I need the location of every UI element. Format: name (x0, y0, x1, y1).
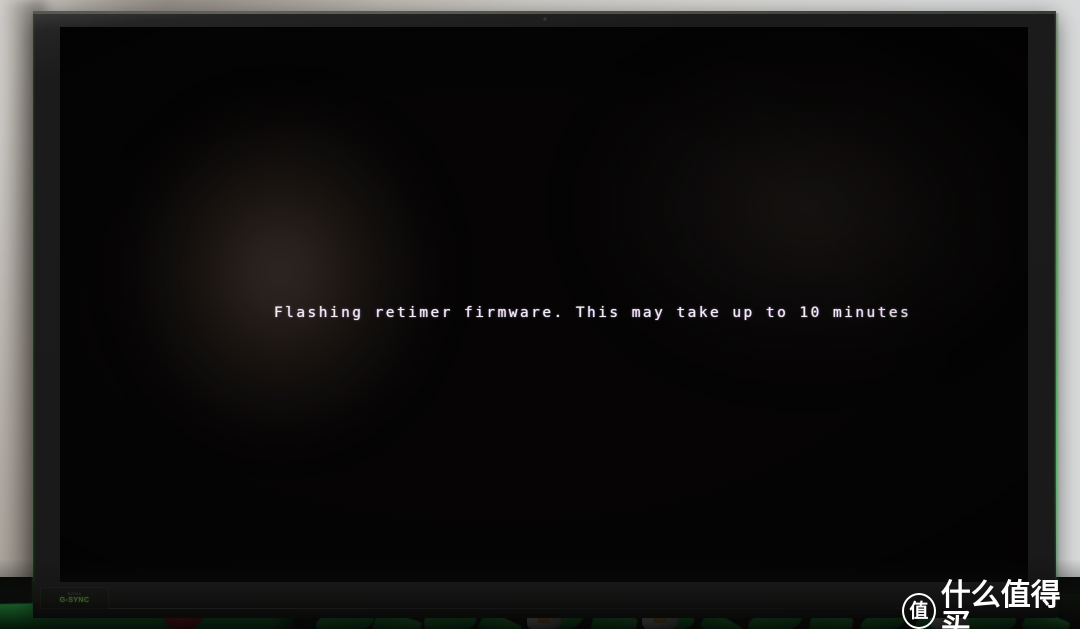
firmware-flash-message: Flashing retimer firmware. This may take… (274, 305, 912, 321)
monitor: Flashing retimer firmware. This may take… (32, 11, 1058, 618)
bezel-left-reflection (32, 14, 34, 609)
bezel-sensor-dot (542, 17, 547, 21)
bezel-right-reflection (1055, 13, 1058, 614)
backlight-glow-left (130, 107, 430, 437)
bezel-top-highlight (33, 11, 1056, 14)
bottom-shadow-overlay (0, 559, 1080, 629)
display-screen[interactable]: Flashing retimer firmware. This may take… (60, 27, 1028, 583)
screenshot-scene: Flashing retimer firmware. This may take… (0, 0, 1080, 629)
